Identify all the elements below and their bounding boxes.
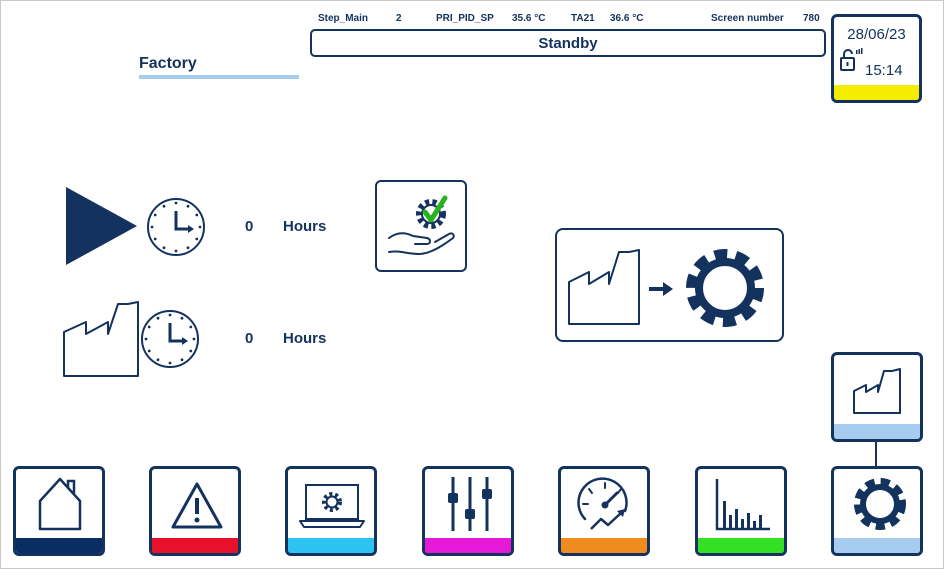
gauge-icon xyxy=(577,477,628,530)
unlocked-padlock-icon xyxy=(840,48,863,71)
screen-number-value: 780 xyxy=(803,13,820,24)
clock-time: 15:14 xyxy=(865,62,903,79)
warning-icon xyxy=(171,482,223,529)
nav-alarms-status-bar xyxy=(152,538,238,553)
nav-home-status-bar xyxy=(16,538,102,553)
page-title-underline xyxy=(139,75,299,79)
factory-setup-button[interactable] xyxy=(555,228,784,342)
nav-factory-settings-status-bar xyxy=(834,538,920,553)
nav-alarms-button[interactable] xyxy=(149,466,241,556)
nav-performance-status-bar xyxy=(561,538,647,553)
nav-settings-button[interactable] xyxy=(422,466,514,556)
home-icon xyxy=(38,477,82,531)
nav-settings-status-bar xyxy=(425,538,511,553)
pri-pid-label: PRI_PID_SP xyxy=(436,13,494,24)
gear-icon xyxy=(854,478,906,530)
run-hours-unit: Hours xyxy=(283,218,327,235)
screen-number-label: Screen number xyxy=(711,13,784,24)
factory-hours-unit: Hours xyxy=(283,330,327,347)
nav-charts-button[interactable] xyxy=(695,466,787,556)
nav-monitor-status-bar xyxy=(288,538,374,553)
machine-state-text: Standby xyxy=(538,34,598,52)
step-main-label: Step_Main xyxy=(318,13,369,24)
sliders-icon xyxy=(448,477,492,531)
nav-charts-status-bar xyxy=(698,538,784,553)
step-main-value: 2 xyxy=(396,13,402,24)
datetime-widget[interactable]: 28/06/23 15:14 xyxy=(831,14,922,103)
run-play-icon xyxy=(66,187,137,265)
nav-factory-settings-button[interactable] xyxy=(831,466,923,556)
pri-pid-value: 35.6 °C xyxy=(512,13,546,24)
clock-icon xyxy=(147,198,205,256)
bar-chart-icon xyxy=(715,479,770,531)
nav-home-button[interactable] xyxy=(13,466,105,556)
clock-status-bar xyxy=(834,85,919,100)
factory-view-status-bar xyxy=(834,424,920,439)
machine-state-banner: Standby xyxy=(310,29,826,57)
tile-connector xyxy=(875,441,877,467)
nav-monitor-button[interactable] xyxy=(285,466,377,556)
hand-gear-check-icon xyxy=(388,195,455,255)
page-title: Factory xyxy=(139,55,197,72)
run-hours-value: 0 xyxy=(245,218,254,235)
factory-icon xyxy=(853,368,901,414)
ta21-label: TA21 xyxy=(571,13,595,24)
nav-performance-button[interactable] xyxy=(558,466,650,556)
factory-hours-value: 0 xyxy=(245,330,254,347)
clock-date: 28/06/23 xyxy=(847,26,906,43)
service-approval-button[interactable] xyxy=(375,180,467,272)
gear-icon xyxy=(686,249,764,327)
monitor-gear-icon xyxy=(299,484,365,528)
factory-view-button[interactable] xyxy=(831,352,923,442)
factory-icon xyxy=(63,301,139,377)
ta21-value: 36.6 °C xyxy=(610,13,644,24)
factory-to-gear-icon xyxy=(568,249,764,327)
clock-icon xyxy=(141,310,199,368)
